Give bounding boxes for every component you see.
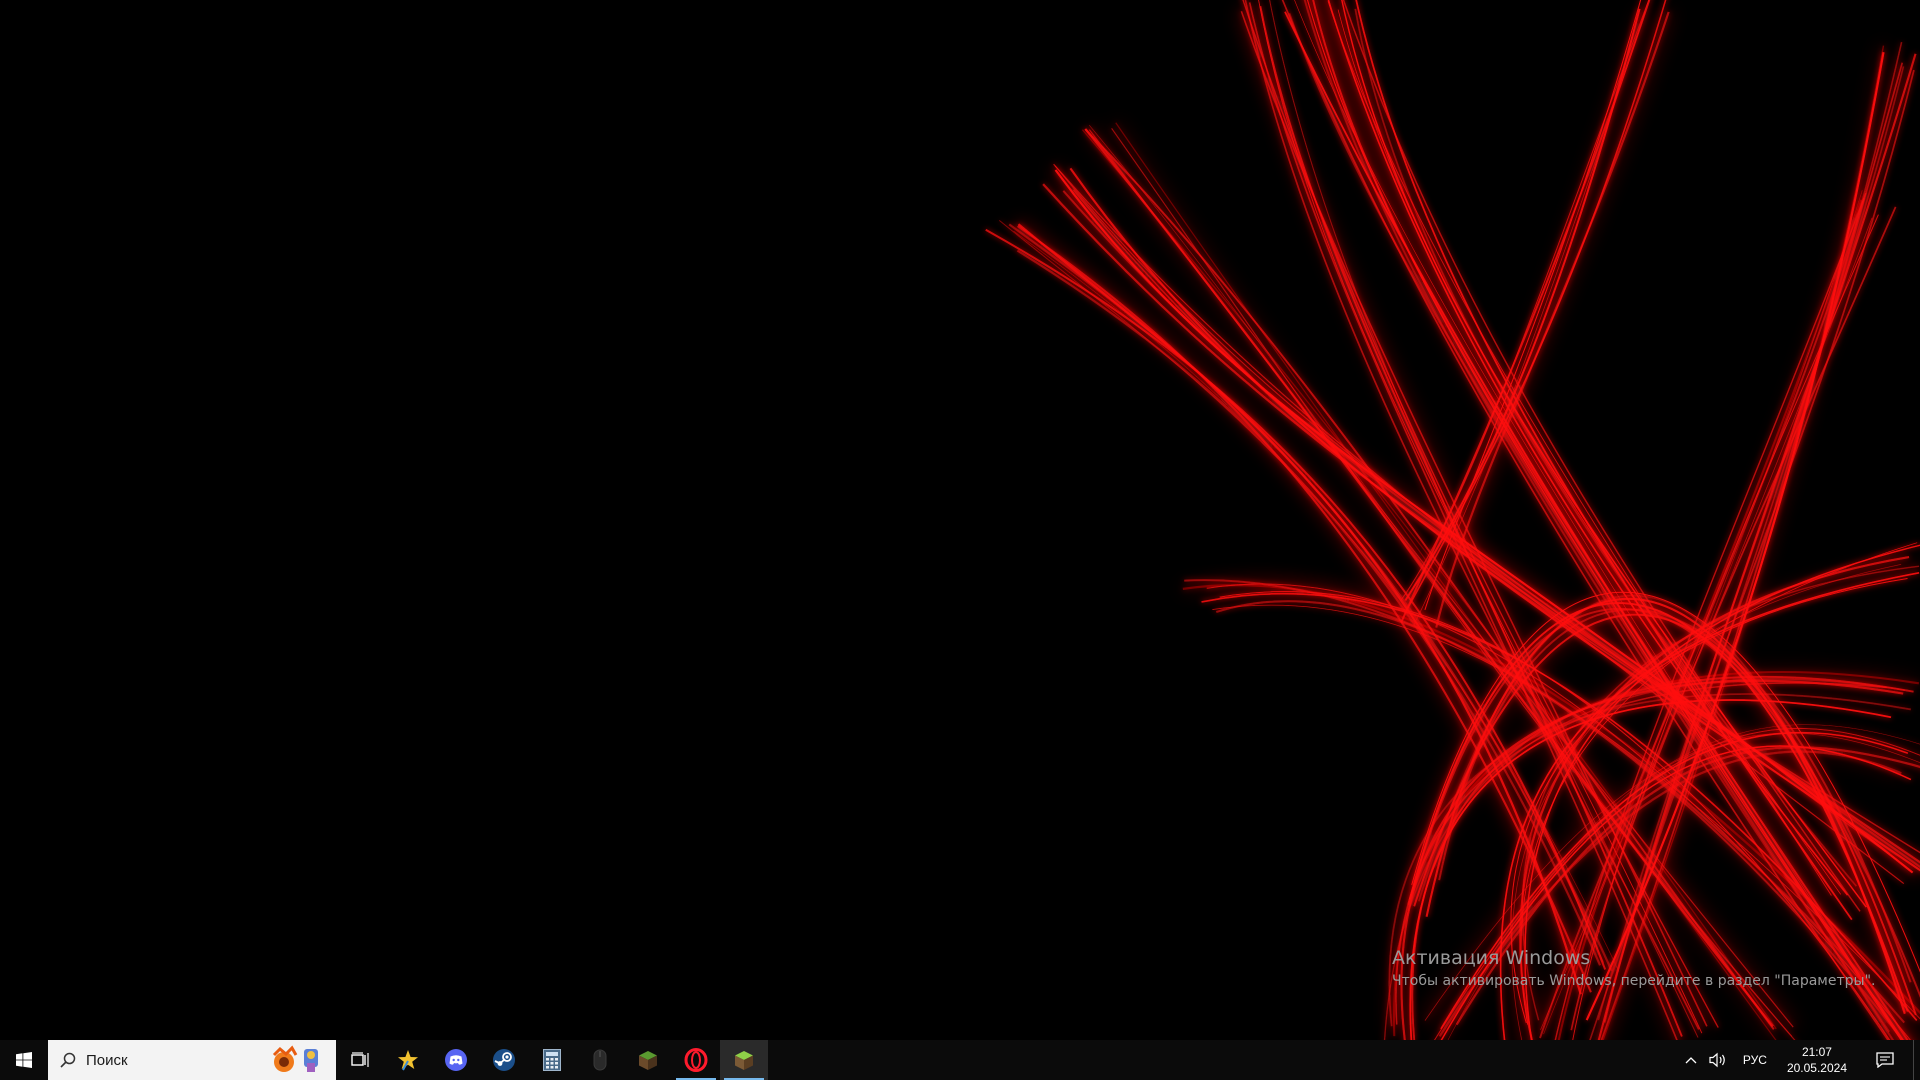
activation-subtitle: Чтобы активировать Windows, перейдите в … (1392, 973, 1876, 989)
taskbar-app-minecraft[interactable] (720, 1040, 768, 1080)
clock-date: 20.05.2024 (1786, 1061, 1847, 1075)
taskbar-app-calculator[interactable] (528, 1040, 576, 1080)
windows-logo-icon (16, 1052, 32, 1068)
chevron-up-icon (1685, 1057, 1697, 1064)
minecraft-icon (639, 1051, 657, 1070)
taskbar-app-minecraft-launcher[interactable] (624, 1040, 672, 1080)
speaker-icon (1709, 1052, 1725, 1068)
system-tray: РУС 21:07 20.05.2024 (1679, 1040, 1920, 1080)
taskbar-app-discord[interactable] (432, 1040, 480, 1080)
opera-icon (684, 1048, 708, 1072)
task-view-icon (351, 1052, 369, 1067)
calculator-icon (543, 1049, 561, 1071)
taskbar-app-star[interactable] (384, 1040, 432, 1080)
steam-icon (493, 1049, 515, 1071)
search-icon (60, 1052, 76, 1068)
windows-activation-watermark: Активация Windows Чтобы активировать Win… (1392, 946, 1875, 992)
notification-icon (1876, 1052, 1894, 1068)
taskbar-app-steam[interactable] (480, 1040, 528, 1080)
volume-button[interactable] (1703, 1040, 1733, 1080)
search-box[interactable]: Поиск (48, 1040, 336, 1080)
wallpaper (985, 0, 1920, 1040)
taskbar: Поиск РУС 21:07 20.05.2024 (0, 1040, 1920, 1080)
taskbar-app-mouse[interactable] (576, 1040, 624, 1080)
input-language-indicator[interactable]: РУС (1733, 1040, 1777, 1080)
mouse-icon (593, 1049, 607, 1071)
desktop[interactable]: Активация Windows Чтобы активировать Win… (0, 0, 1920, 1040)
action-center-button[interactable] (1857, 1040, 1913, 1080)
search-highlight-icon[interactable] (266, 1045, 326, 1075)
task-view-button[interactable] (336, 1040, 384, 1080)
start-button[interactable] (0, 1040, 48, 1080)
activation-title: Активация Windows (1392, 947, 1591, 969)
wallpaper-strand (1017, 223, 1582, 995)
wallpaper-strand (985, 228, 1607, 970)
taskbar-app-opera[interactable] (672, 1040, 720, 1080)
clock[interactable]: 21:07 20.05.2024 (1777, 1040, 1857, 1080)
star-icon (398, 1050, 418, 1071)
clock-time: 21:07 (1801, 1045, 1832, 1059)
discord-icon (445, 1049, 467, 1071)
wallpaper-strand (1238, 10, 1710, 1028)
minecraft-icon (735, 1051, 753, 1070)
show-desktop-button[interactable] (1913, 1040, 1920, 1080)
show-hidden-icons-button[interactable] (1679, 1040, 1703, 1080)
search-placeholder: Поиск (86, 1051, 128, 1069)
wallpaper-strand (1016, 249, 1602, 966)
wallpaper-strand (1016, 221, 1584, 996)
